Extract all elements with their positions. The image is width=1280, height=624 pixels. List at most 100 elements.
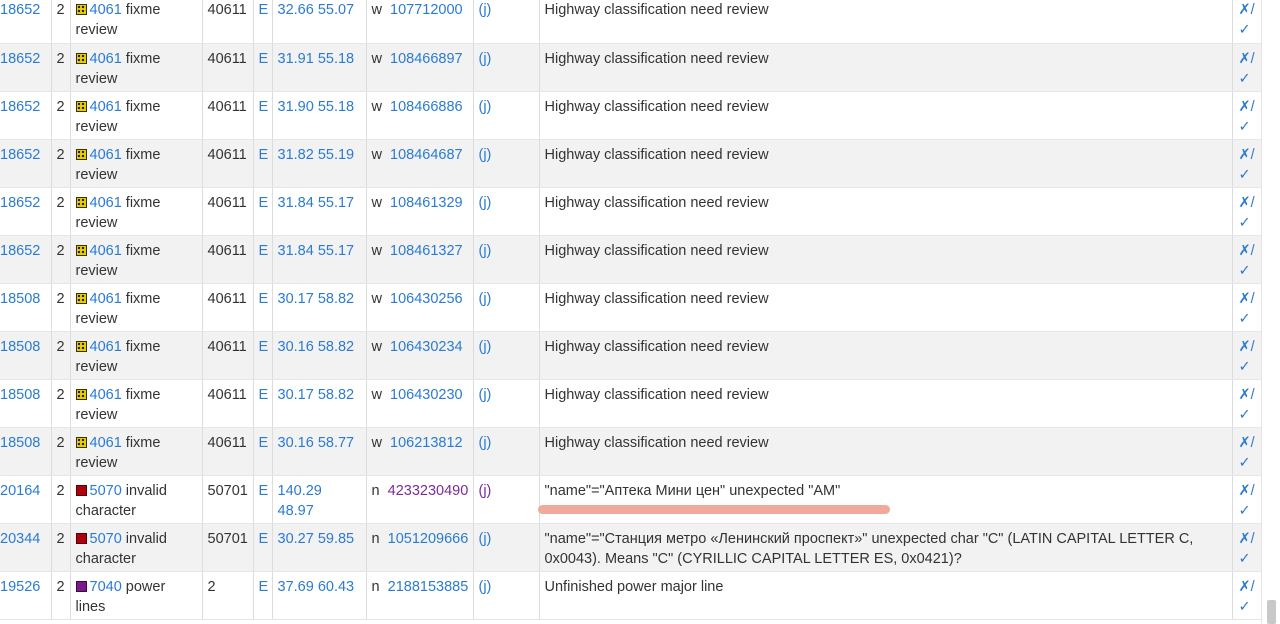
edit-e-link[interactable]: E	[259, 339, 269, 355]
item-link[interactable]: 4061	[90, 147, 122, 163]
edit-e-link[interactable]: E	[259, 147, 269, 163]
josm-link[interactable]: (j)	[479, 195, 492, 211]
coordinates-link[interactable]: 31.84 55.17	[278, 243, 355, 259]
fixed-check-icon[interactable]: ✓	[1239, 357, 1259, 377]
scrollbar-thumb[interactable]	[1267, 600, 1276, 624]
edit-e-link[interactable]: E	[259, 2, 269, 18]
item-link[interactable]: 5070	[90, 531, 122, 547]
false-positive-icon[interactable]: ✗	[1239, 243, 1251, 259]
edit-e-link[interactable]: E	[259, 195, 269, 211]
item-link[interactable]: 4061	[90, 2, 122, 18]
coordinates-link[interactable]: 31.84 55.17	[278, 195, 355, 211]
osm-id-link[interactable]: 106213812	[390, 435, 463, 451]
osm-id-link[interactable]: 106430256	[390, 291, 463, 307]
coordinates-link[interactable]: 31.82 55.19	[278, 147, 355, 163]
osm-id-link[interactable]: 106430230	[390, 387, 463, 403]
false-positive-icon[interactable]: ✗	[1239, 99, 1251, 115]
coordinates-link[interactable]: 31.90 55.18	[278, 99, 355, 115]
fixed-check-icon[interactable]: ✓	[1239, 165, 1259, 185]
false-positive-icon[interactable]: ✗	[1239, 483, 1251, 499]
josm-link[interactable]: (j)	[479, 291, 492, 307]
coordinates-link[interactable]: 37.69 60.43	[278, 579, 355, 595]
osm-id-link[interactable]: 108466886	[390, 99, 463, 115]
item-link[interactable]: 4061	[90, 339, 122, 355]
fixed-check-icon[interactable]: ✓	[1239, 405, 1259, 425]
item-link[interactable]: 4061	[90, 195, 122, 211]
item-link[interactable]: 4061	[90, 99, 122, 115]
fixed-check-icon[interactable]: ✓	[1239, 117, 1259, 137]
false-positive-icon[interactable]: ✗	[1239, 435, 1251, 451]
false-positive-icon[interactable]: ✗	[1239, 147, 1251, 163]
false-positive-icon[interactable]: ✗	[1239, 579, 1251, 595]
item-link[interactable]: 4061	[90, 291, 122, 307]
fixed-check-icon[interactable]: ✓	[1239, 309, 1259, 329]
item-link[interactable]: 4061	[90, 51, 122, 67]
issue-id-link[interactable]: 18508	[0, 339, 40, 355]
issue-id-link[interactable]: 20344	[0, 531, 40, 547]
josm-link[interactable]: (j)	[479, 387, 492, 403]
osm-id-link[interactable]: 108461327	[390, 243, 463, 259]
issue-id-link[interactable]: 18652	[0, 243, 40, 259]
item-link[interactable]: 7040	[90, 579, 122, 595]
edit-e-link[interactable]: E	[259, 435, 269, 451]
osm-id-link[interactable]: 4233230490	[388, 483, 469, 499]
fixed-check-icon[interactable]: ✓	[1239, 69, 1259, 89]
coordinates-link[interactable]: 140.29 48.97	[278, 483, 322, 519]
fixed-check-icon[interactable]: ✓	[1239, 213, 1259, 233]
item-link[interactable]: 4061	[90, 387, 122, 403]
false-positive-icon[interactable]: ✗	[1239, 387, 1251, 403]
issue-id-link[interactable]: 19526	[0, 579, 40, 595]
issue-id-link[interactable]: 18652	[0, 147, 40, 163]
issue-id-link[interactable]: 18508	[0, 435, 40, 451]
coordinates-link[interactable]: 30.17 58.82	[278, 387, 355, 403]
josm-link[interactable]: (j)	[479, 531, 492, 547]
coordinates-link[interactable]: 30.17 58.82	[278, 291, 355, 307]
edit-e-link[interactable]: E	[259, 243, 269, 259]
fixed-check-icon[interactable]: ✓	[1239, 453, 1259, 473]
josm-link[interactable]: (j)	[479, 435, 492, 451]
fixed-check-icon[interactable]: ✓	[1239, 549, 1259, 569]
josm-link[interactable]: (j)	[479, 483, 492, 499]
osm-id-link[interactable]: 1051209666	[388, 531, 469, 547]
josm-link[interactable]: (j)	[479, 2, 492, 18]
fixed-check-icon[interactable]: ✓	[1239, 597, 1259, 617]
vertical-scrollbar[interactable]	[1261, 0, 1280, 624]
item-link[interactable]: 4061	[90, 435, 122, 451]
josm-link[interactable]: (j)	[479, 243, 492, 259]
issue-id-link[interactable]: 18508	[0, 291, 40, 307]
josm-link[interactable]: (j)	[479, 99, 492, 115]
false-positive-icon[interactable]: ✗	[1239, 195, 1251, 211]
edit-e-link[interactable]: E	[259, 51, 269, 67]
coordinates-link[interactable]: 32.66 55.07	[278, 2, 355, 18]
issue-id-link[interactable]: 18652	[0, 51, 40, 67]
false-positive-icon[interactable]: ✗	[1239, 339, 1251, 355]
edit-e-link[interactable]: E	[259, 579, 269, 595]
osm-id-link[interactable]: 108464687	[390, 147, 463, 163]
edit-e-link[interactable]: E	[259, 483, 269, 499]
osm-id-link[interactable]: 108466897	[390, 51, 463, 67]
edit-e-link[interactable]: E	[259, 387, 269, 403]
josm-link[interactable]: (j)	[479, 147, 492, 163]
coordinates-link[interactable]: 30.16 58.82	[278, 339, 355, 355]
fixed-check-icon[interactable]: ✓	[1239, 261, 1259, 281]
false-positive-icon[interactable]: ✗	[1239, 291, 1251, 307]
osm-id-link[interactable]: 106430234	[390, 339, 463, 355]
coordinates-link[interactable]: 30.27 59.85	[278, 531, 355, 547]
fixed-check-icon[interactable]: ✓	[1239, 501, 1259, 521]
issue-id-link[interactable]: 18508	[0, 387, 40, 403]
osm-id-link[interactable]: 107712000	[390, 2, 463, 18]
josm-link[interactable]: (j)	[479, 51, 492, 67]
issue-id-link[interactable]: 18652	[0, 195, 40, 211]
item-link[interactable]: 4061	[90, 243, 122, 259]
false-positive-icon[interactable]: ✗	[1239, 51, 1251, 67]
coordinates-link[interactable]: 31.91 55.18	[278, 51, 355, 67]
osm-id-link[interactable]: 108461329	[390, 195, 463, 211]
coordinates-link[interactable]: 30.16 58.77	[278, 435, 355, 451]
issue-id-link[interactable]: 20164	[0, 483, 40, 499]
edit-e-link[interactable]: E	[259, 291, 269, 307]
issue-id-link[interactable]: 18652	[0, 99, 40, 115]
issue-id-link[interactable]: 18652	[0, 2, 40, 18]
osm-id-link[interactable]: 2188153885	[388, 579, 469, 595]
josm-link[interactable]: (j)	[479, 579, 492, 595]
edit-e-link[interactable]: E	[259, 99, 269, 115]
